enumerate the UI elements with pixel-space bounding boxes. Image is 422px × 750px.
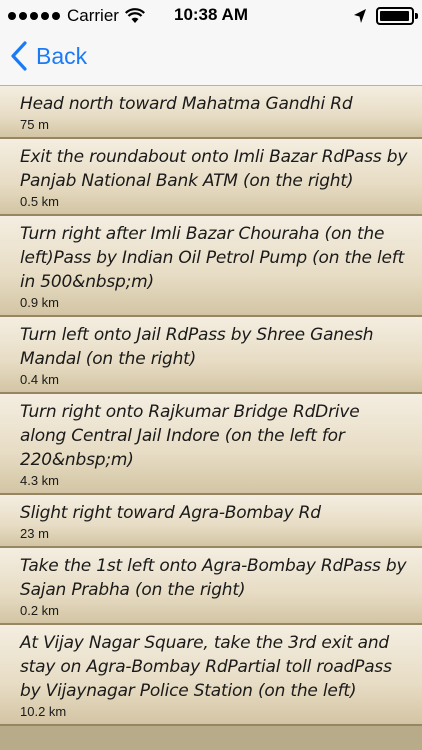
back-button[interactable]: Back — [10, 40, 87, 72]
step-distance: 75 m — [20, 117, 49, 132]
battery-fill — [380, 11, 409, 21]
step-distance: 0.2 km — [20, 603, 60, 618]
back-label: Back — [36, 42, 88, 69]
location-arrow-icon — [354, 9, 366, 23]
step-instruction: Head north toward Mahatma Gandhi Rd — [20, 94, 353, 114]
step-instruction: Turn right onto Rajkumar Bridge RdDrive … — [20, 402, 360, 470]
step-distance: 10.2 km — [20, 704, 67, 719]
direction-step-row[interactable]: Turn right after Imli Bazar Chouraha (on… — [0, 216, 422, 317]
direction-step-row[interactable]: Turn right onto Rajkumar Bridge RdDrive … — [0, 394, 422, 495]
step-distance: 0.5 km — [20, 194, 60, 209]
direction-step-row[interactable]: Take the 1st left onto Agra-Bombay RdPas… — [0, 548, 422, 625]
step-instruction: Turn right after Imli Bazar Chouraha (on… — [20, 224, 405, 292]
directions-list: Head north toward Mahatma Gandhi Rd 75 m E… — [0, 86, 422, 726]
step-instruction: At Vijay Nagar Square, take the 3rd exit… — [20, 633, 392, 701]
direction-step-row[interactable]: Slight right toward Agra-Bombay Rd 23 m — [0, 495, 422, 548]
battery-icon — [376, 7, 418, 25]
direction-step-row[interactable]: Head north toward Mahatma Gandhi Rd 75 m — [0, 86, 422, 139]
navigation-bar: Back — [0, 34, 422, 86]
step-distance: 0.4 km — [20, 372, 60, 387]
status-right — [354, 7, 418, 25]
step-distance: 0.9 km — [20, 295, 60, 310]
step-instruction: Exit the roundabout onto Imli Bazar RdPa… — [20, 147, 408, 191]
direction-step-row[interactable]: Exit the roundabout onto Imli Bazar RdPa… — [0, 139, 422, 216]
step-distance: 4.3 km — [20, 473, 60, 488]
status-bar: Carrier 10:38 AM — [0, 0, 422, 34]
step-instruction: Take the 1st left onto Agra-Bombay RdPas… — [20, 556, 407, 600]
step-instruction: Turn left onto Jail RdPass by Shree Gane… — [20, 325, 374, 369]
direction-step-row[interactable]: At Vijay Nagar Square, take the 3rd exit… — [0, 625, 422, 726]
step-instruction: Slight right toward Agra-Bombay Rd — [20, 503, 321, 523]
direction-step-row[interactable]: Turn left onto Jail RdPass by Shree Gane… — [0, 317, 422, 394]
step-distance: 23 m — [20, 526, 49, 541]
chevron-left-icon — [11, 41, 27, 71]
